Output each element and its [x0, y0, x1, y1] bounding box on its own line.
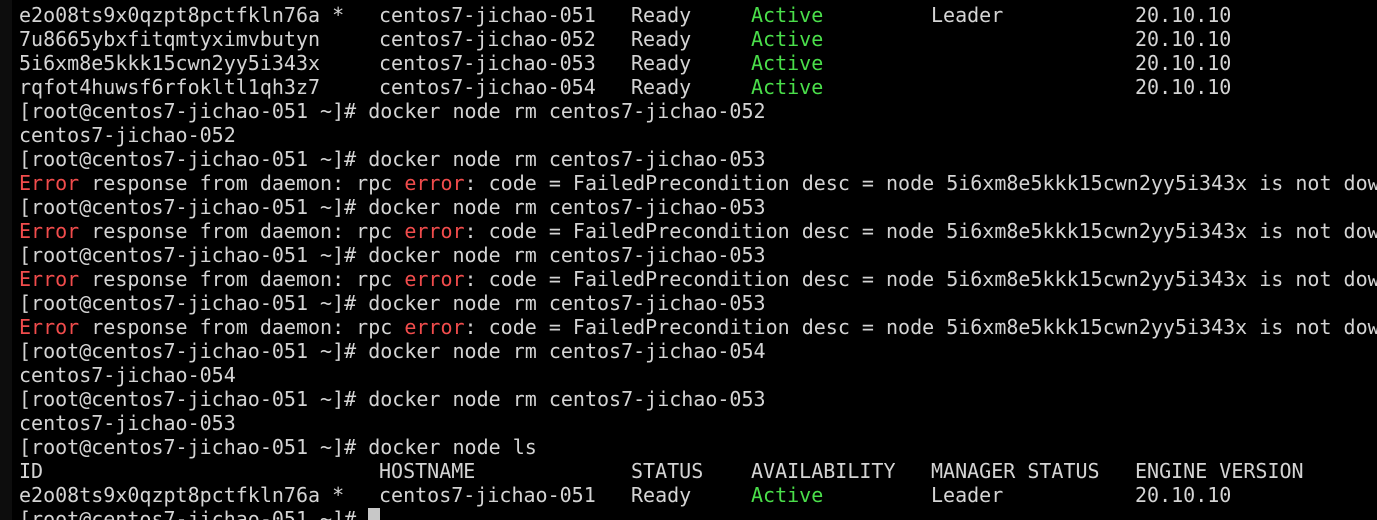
node-hostname: centos7-jichao-052: [379, 27, 596, 51]
node-manager-status: Leader: [931, 483, 1004, 507]
node-hostname: centos7-jichao-051: [379, 3, 596, 27]
node-availability: Active: [751, 483, 824, 507]
table-row: e2o08ts9x0qzpt8pctfkln76a * centos7-jich…: [19, 3, 1231, 27]
error-text: : code = FailedPrecondition desc = node …: [464, 315, 1377, 339]
table-row: 7u8665ybxfitqmtyximvbutyn centos7-jichao…: [19, 27, 1231, 51]
error-text: response from daemon: rpc: [79, 219, 405, 243]
node-engine-version: 20.10.10: [1135, 483, 1232, 507]
node-hostname: centos7-jichao-054: [379, 75, 596, 99]
shell-prompt: [root@centos7-jichao-051 ~]#: [19, 435, 369, 459]
table-header: ID HOSTNAME STATUS AVAILABILITY MANAGER …: [19, 459, 1304, 483]
header-engine-version: ENGINE VERSION: [1135, 459, 1304, 483]
command-text: docker node rm centos7-jichao-053: [368, 291, 766, 315]
table-row: 5i6xm8e5kkk15cwn2yy5i343x centos7-jichao…: [19, 51, 1231, 75]
node-availability: Active: [751, 3, 824, 27]
command-line: [root@centos7-jichao-051 ~]# docker node…: [19, 243, 766, 267]
node-engine-version: 20.10.10: [1135, 75, 1232, 99]
command-line: [root@centos7-jichao-051 ~]# docker node…: [19, 435, 537, 459]
header-status: STATUS: [631, 459, 704, 483]
error-keyword: error: [404, 219, 465, 243]
shell-prompt: [root@centos7-jichao-051 ~]#: [19, 195, 369, 219]
error-keyword: Error: [19, 219, 80, 243]
error-keyword: Error: [19, 315, 80, 339]
command-text: docker node rm centos7-jichao-052: [368, 99, 766, 123]
command-output: centos7-jichao-053: [19, 411, 236, 435]
error-keyword: error: [404, 171, 465, 195]
node-availability: Active: [751, 27, 824, 51]
node-status: Ready: [631, 3, 692, 27]
header-manager-status: MANAGER STATUS: [931, 459, 1100, 483]
header-id: ID: [19, 459, 44, 483]
command-text: docker node rm centos7-jichao-053: [368, 195, 766, 219]
node-status: Ready: [631, 27, 692, 51]
node-status: Ready: [631, 75, 692, 99]
table-row: e2o08ts9x0qzpt8pctfkln76a * centos7-jich…: [19, 483, 1231, 507]
command-text: docker node rm centos7-jichao-053: [368, 147, 766, 171]
terminal-window[interactable]: e2o08ts9x0qzpt8pctfkln76a * centos7-jich…: [0, 0, 1377, 520]
shell-prompt: [root@centos7-jichao-051 ~]#: [19, 99, 369, 123]
node-availability: Active: [751, 75, 824, 99]
table-row: rqfot4huwsf6rfokltl1qh3z7 centos7-jichao…: [19, 75, 1231, 99]
error-line: Error response from daemon: rpc error: c…: [19, 267, 1377, 291]
error-text: : code = FailedPrecondition desc = node …: [464, 171, 1377, 195]
node-status: Ready: [631, 483, 692, 507]
command-line[interactable]: [root@centos7-jichao-051 ~]#: [19, 507, 381, 520]
error-text: : code = FailedPrecondition desc = node …: [464, 219, 1377, 243]
output-text: centos7-jichao-054: [19, 363, 236, 387]
node-id: e2o08ts9x0qzpt8pctfkln76a *: [19, 483, 345, 507]
error-keyword: Error: [19, 267, 80, 291]
command-output: centos7-jichao-052: [19, 123, 236, 147]
node-engine-version: 20.10.10: [1135, 51, 1232, 75]
output-text: centos7-jichao-052: [19, 123, 236, 147]
command-output: centos7-jichao-054: [19, 363, 236, 387]
command-line: [root@centos7-jichao-051 ~]# docker node…: [19, 147, 766, 171]
command-text: docker node rm centos7-jichao-054: [368, 339, 766, 363]
command-text: docker node rm centos7-jichao-053: [368, 387, 766, 411]
text-cursor: [368, 508, 381, 520]
terminal-output: e2o08ts9x0qzpt8pctfkln76a * centos7-jich…: [19, 3, 1377, 520]
error-keyword: Error: [19, 171, 80, 195]
error-line: Error response from daemon: rpc error: c…: [19, 171, 1377, 195]
node-hostname: centos7-jichao-051: [379, 483, 596, 507]
command-line: [root@centos7-jichao-051 ~]# docker node…: [19, 291, 766, 315]
error-keyword: error: [404, 267, 465, 291]
shell-prompt: [root@centos7-jichao-051 ~]#: [19, 507, 369, 520]
error-text: : code = FailedPrecondition desc = node …: [464, 267, 1377, 291]
error-text: response from daemon: rpc: [79, 267, 405, 291]
command-line: [root@centos7-jichao-051 ~]# docker node…: [19, 195, 766, 219]
node-manager-status: Leader: [931, 3, 1004, 27]
node-engine-version: 20.10.10: [1135, 27, 1232, 51]
command-line: [root@centos7-jichao-051 ~]# docker node…: [19, 387, 766, 411]
terminal-gutter: [0, 0, 12, 520]
node-id: rqfot4huwsf6rfokltl1qh3z7: [19, 75, 321, 99]
node-id: 7u8665ybxfitqmtyximvbutyn: [19, 27, 321, 51]
shell-prompt: [root@centos7-jichao-051 ~]#: [19, 387, 369, 411]
node-id: e2o08ts9x0qzpt8pctfkln76a *: [19, 3, 345, 27]
shell-prompt: [root@centos7-jichao-051 ~]#: [19, 243, 369, 267]
node-engine-version: 20.10.10: [1135, 3, 1232, 27]
node-hostname: centos7-jichao-053: [379, 51, 596, 75]
error-keyword: error: [404, 315, 465, 339]
command-text: docker node ls: [368, 435, 537, 459]
error-line: Error response from daemon: rpc error: c…: [19, 219, 1377, 243]
node-status: Ready: [631, 51, 692, 75]
error-text: response from daemon: rpc: [79, 315, 405, 339]
node-id: 5i6xm8e5kkk15cwn2yy5i343x: [19, 51, 321, 75]
command-line: [root@centos7-jichao-051 ~]# docker node…: [19, 339, 766, 363]
output-text: centos7-jichao-053: [19, 411, 236, 435]
shell-prompt: [root@centos7-jichao-051 ~]#: [19, 291, 369, 315]
shell-prompt: [root@centos7-jichao-051 ~]#: [19, 147, 369, 171]
error-line: Error response from daemon: rpc error: c…: [19, 315, 1377, 339]
command-text: docker node rm centos7-jichao-053: [368, 243, 766, 267]
error-text: response from daemon: rpc: [79, 171, 405, 195]
shell-prompt: [root@centos7-jichao-051 ~]#: [19, 339, 369, 363]
command-line: [root@centos7-jichao-051 ~]# docker node…: [19, 99, 766, 123]
node-availability: Active: [751, 51, 824, 75]
header-availability: AVAILABILITY: [751, 459, 896, 483]
header-hostname: HOSTNAME: [379, 459, 476, 483]
